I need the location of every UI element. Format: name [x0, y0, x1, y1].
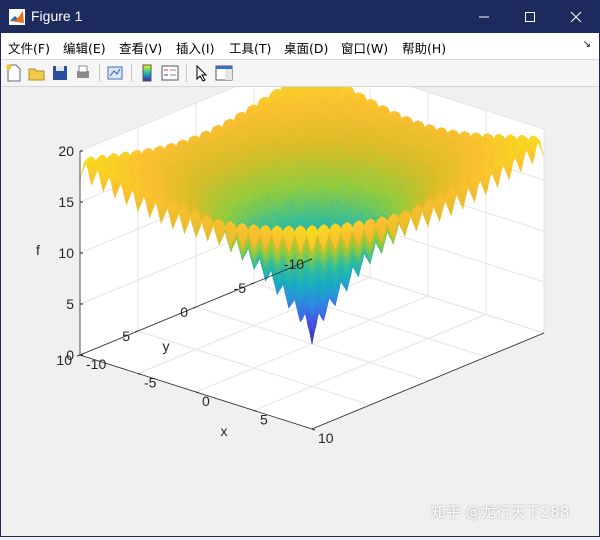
- menu-file[interactable]: 文件(F): [8, 38, 50, 57]
- title-bar: Figure 1: [1, 1, 599, 33]
- menu-desktop[interactable]: 桌面(D): [284, 38, 328, 57]
- matlab-logo-icon: [9, 9, 25, 25]
- menu-tools[interactable]: 工具(T): [229, 38, 271, 57]
- link-plot-icon[interactable]: [106, 64, 124, 82]
- menu-bar: 文件(F) 编辑(E) 查看(V) 插入(I) 工具(T) 桌面(D) 窗口(W…: [1, 33, 599, 60]
- minimize-icon: [478, 11, 490, 23]
- maximize-icon: [524, 11, 536, 23]
- property-editor-icon[interactable]: [215, 64, 233, 82]
- plot-area[interactable]: -10-50510-10-5051005101520xyf: [1, 87, 599, 536]
- dock-arrow-icon[interactable]: ↘: [583, 39, 591, 50]
- menu-help[interactable]: 帮助(H): [402, 38, 446, 57]
- close-icon: [570, 11, 582, 23]
- open-file-icon[interactable]: [28, 64, 46, 82]
- insert-colorbar-icon[interactable]: [138, 64, 156, 82]
- surface-plot[interactable]: -10-50510-10-5051005101520xyf: [1, 87, 599, 536]
- new-figure-icon[interactable]: [5, 64, 23, 82]
- toolbar-separator: [186, 64, 187, 82]
- figure-window: Figure 1 文件(F) 编辑(E) 查看(V) 插入(I) 工具(T) 桌…: [0, 0, 600, 537]
- print-icon[interactable]: [74, 64, 92, 82]
- minimize-button[interactable]: [461, 1, 507, 33]
- window-title: Figure 1: [31, 8, 82, 24]
- save-icon[interactable]: [51, 64, 69, 82]
- menu-edit[interactable]: 编辑(E): [63, 38, 106, 57]
- toolbar-separator: [131, 64, 132, 82]
- insert-legend-icon[interactable]: [161, 64, 179, 82]
- toolbar: [1, 60, 599, 87]
- menu-window[interactable]: 窗口(W): [341, 38, 388, 57]
- close-button[interactable]: [553, 1, 599, 33]
- edit-plot-pointer-icon[interactable]: [193, 64, 211, 82]
- menu-view[interactable]: 查看(V): [119, 38, 162, 57]
- toolbar-separator: [99, 64, 100, 82]
- menu-insert[interactable]: 插入(I): [176, 38, 214, 57]
- maximize-button[interactable]: [507, 1, 553, 33]
